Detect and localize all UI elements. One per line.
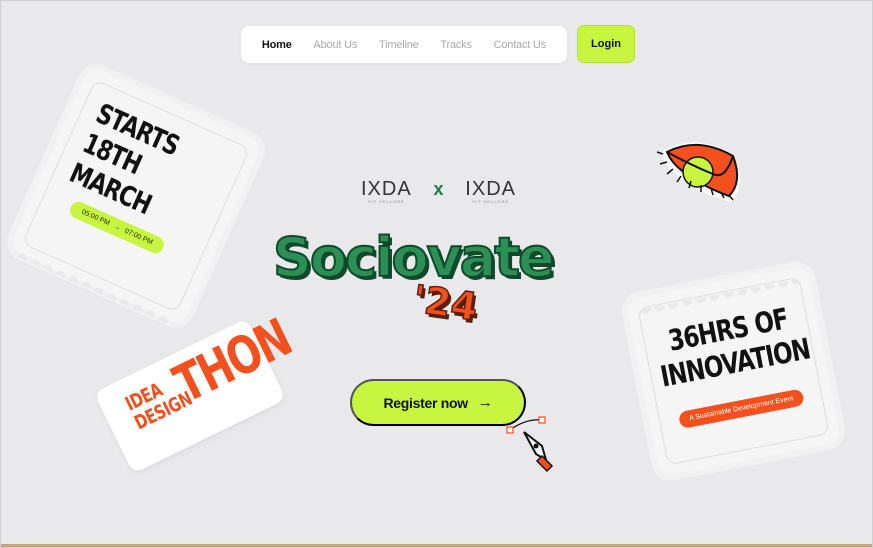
ixda-logo-right: IXDA VIT VELLORE (465, 177, 516, 204)
duration-sticker-card: 36HRS OF INNOVATION A Sustainable Develo… (625, 265, 842, 477)
sociovate-wordmark: Sociovate (272, 225, 556, 290)
organizer-logos: IXDA VIT VELLORE x IXDA VIT VELLORE (361, 176, 516, 204)
ixda-left-sub: VIT VELLORE (367, 198, 405, 204)
pen-tool-icon (506, 416, 554, 473)
top-nav: Home About Us Timeline Tracks Contact Us (241, 26, 567, 63)
register-now-button[interactable]: Register now → (350, 379, 526, 426)
ixda-logo-left: IXDA VIT VELLORE (361, 177, 412, 204)
sociovate-year: '24 (410, 276, 482, 330)
nav-home[interactable]: Home (262, 39, 292, 51)
arrow-right-icon: → (477, 394, 493, 411)
eye-sticker-icon (656, 142, 741, 202)
register-label: Register now (383, 394, 468, 411)
nav-timeline[interactable]: Timeline (379, 39, 419, 51)
nav-contact-us[interactable]: Contact Us (494, 39, 547, 51)
date-sticker-card: STARTS 18TH MARCH 05:00 PM → 07:00 PM (8, 66, 264, 326)
sociovate-logo: Sociovate '24 (272, 225, 603, 336)
bottom-border (1, 544, 872, 547)
ixda-right-text: IXDA (465, 177, 516, 200)
login-button[interactable]: Login (577, 25, 635, 63)
nav-about-us[interactable]: About Us (314, 39, 358, 51)
nav-tracks[interactable]: Tracks (440, 39, 472, 51)
ideathon-sticker: IDEA DESIGN THON (93, 309, 300, 474)
arrow-right-icon: → (112, 222, 122, 233)
collab-x-icon: x (433, 178, 444, 199)
ixda-right-sub: VIT VELLORE (472, 198, 509, 204)
ixda-left-text: IXDA (361, 177, 412, 200)
